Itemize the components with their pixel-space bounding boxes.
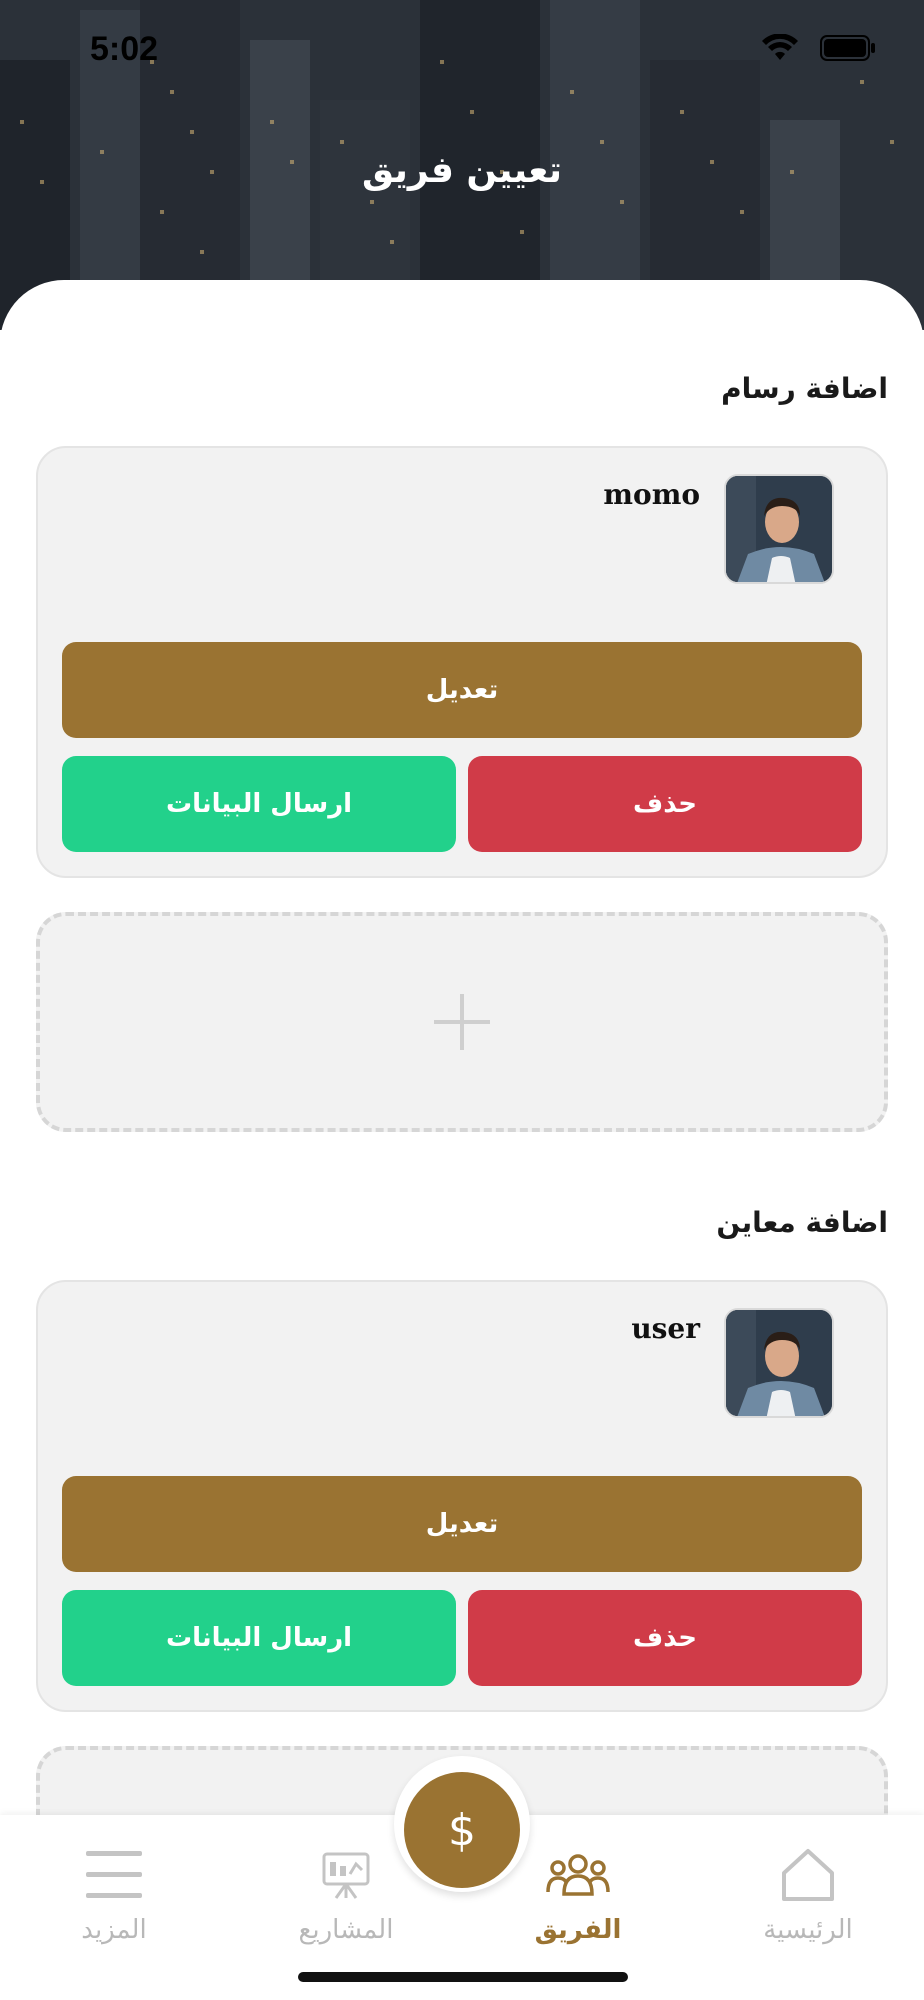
section-title-inspector: اضافة معاين [716,1206,888,1239]
team-member-card: momo تعديل ارسال البيانات حذف [36,446,888,878]
payment-fab-button[interactable]: $ [404,1772,520,1888]
menu-icon [86,1851,142,1898]
nav-label-home: الرئيسية [763,1915,853,1945]
home-icon [782,1849,834,1901]
send-data-button[interactable]: ارسال البيانات [62,1590,456,1686]
avatar [724,474,834,584]
page-title: تعيين فريق [361,150,563,191]
status-icons [762,34,876,62]
team-icon [546,1854,610,1896]
nav-label-projects: المشاريع [298,1915,394,1945]
plus-icon [434,994,490,1050]
nav-label-team: الفريق [534,1915,622,1945]
nav-label-more: المزيد [81,1915,147,1945]
wifi-icon [762,34,798,60]
member-name: user [631,1312,700,1345]
edit-button[interactable]: تعديل [62,642,862,738]
battery-icon [820,35,875,61]
nav-item-more[interactable]: المزيد [14,1815,214,1945]
team-member-card: user تعديل ارسال البيانات حذف [36,1280,888,1712]
section-title-painter: اضافة رسام [721,372,888,405]
dollar-icon: $ [448,1804,476,1856]
add-member-card[interactable] [36,912,888,1132]
content-sheet: اضافة رسام momo تعديل ارسال البيانات حذف… [0,280,924,2000]
avatar [724,1308,834,1418]
status-time: 5:02 [90,30,159,68]
delete-button[interactable]: حذف [468,756,862,852]
member-name: momo [603,478,700,511]
home-indicator [298,1972,628,1982]
send-data-button[interactable]: ارسال البيانات [62,756,456,852]
projects-icon [322,1852,370,1899]
delete-button[interactable]: حذف [468,1590,862,1686]
nav-item-home[interactable]: الرئيسية [708,1815,908,1945]
edit-button[interactable]: تعديل [62,1476,862,1572]
